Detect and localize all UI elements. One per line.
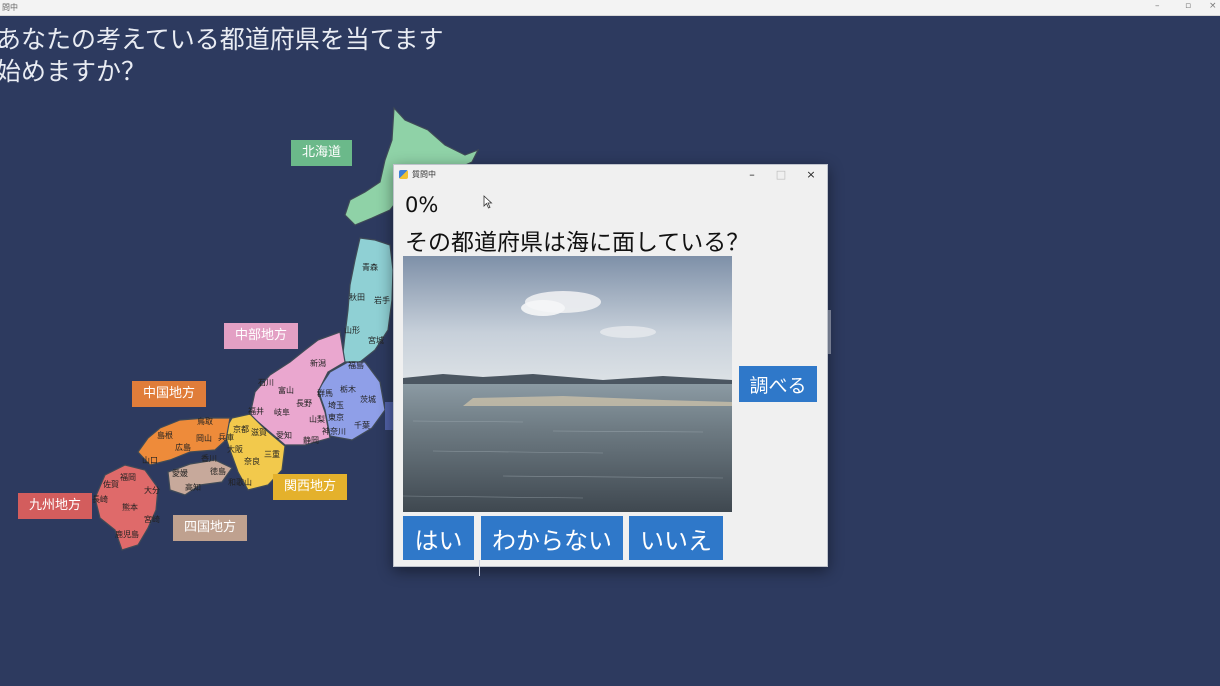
region-label-kyushu: 九州地方 — [18, 493, 93, 519]
pref-label: 大阪 — [227, 444, 243, 454]
pref-label: 山形 — [344, 325, 360, 335]
main-window-title: 問中 — [2, 3, 18, 12]
pref-label: 長崎 — [92, 494, 108, 504]
pref-label: 長野 — [296, 399, 312, 408]
pref-label: 佐賀 — [103, 479, 119, 489]
pref-label: 福岡 — [120, 473, 136, 482]
question-text: その都道府県は海に面している？ — [405, 230, 750, 256]
region-label-chugoku: 中国地方 — [132, 381, 207, 407]
text-caret — [479, 560, 480, 576]
region-label-hokkaido: 北海道 — [291, 140, 353, 166]
pref-label: 山口 — [142, 455, 158, 465]
pref-label: 広島 — [175, 442, 191, 452]
pref-label: 香川 — [201, 453, 217, 463]
main-window-titlebar: 問中 – ▫ × — [0, 0, 1220, 16]
pref-label: 兵庫 — [218, 432, 234, 442]
pref-label: 鹿児島 — [115, 529, 139, 539]
no-button[interactable]: いいえ — [629, 516, 723, 560]
dialog-minimize-icon[interactable]: – — [738, 167, 766, 183]
dialog-title: 質問中 — [412, 170, 436, 179]
pref-label: 宮崎 — [144, 514, 160, 524]
yes-button[interactable]: はい — [403, 516, 474, 560]
region-label-kansai: 関西地方 — [273, 474, 348, 500]
pref-label: 埼玉 — [328, 400, 344, 410]
pref-label: 山梨 — [309, 414, 325, 424]
pref-label: 奈良 — [244, 456, 260, 466]
pref-label: 神奈川 — [322, 426, 346, 436]
pref-label: 福井 — [248, 406, 264, 416]
region-label-shikoku: 四国地方 — [173, 515, 248, 541]
progress-percent: 0% — [405, 193, 439, 217]
mouse-cursor-icon — [483, 195, 493, 209]
close-icon[interactable]: × — [1209, 1, 1217, 11]
pref-label: 東京 — [328, 412, 344, 422]
pref-label: 徳島 — [210, 466, 226, 476]
pref-label: 岡山 — [196, 433, 212, 443]
pref-label: 石川 — [258, 378, 274, 387]
pref-label: 茨城 — [360, 394, 376, 404]
dialog-maximize-icon: □ — [775, 168, 787, 181]
pref-label: 群馬 — [317, 388, 333, 398]
pref-label: 滋賀 — [251, 427, 267, 437]
search-button[interactable]: 調べる — [739, 366, 817, 402]
pref-label: 秋田 — [349, 292, 365, 302]
pref-label: 島根 — [157, 430, 173, 440]
pref-label: 青森 — [362, 262, 378, 272]
pref-label: 愛媛 — [172, 468, 188, 478]
start-prompt: 始めますか？ — [0, 57, 147, 86]
unknown-button[interactable]: わからない — [481, 516, 623, 560]
pref-label: 岐阜 — [274, 407, 290, 417]
pref-label: 熊本 — [122, 502, 138, 512]
pref-label: 和歌山 — [228, 477, 252, 487]
pref-label: 千葉 — [354, 420, 370, 430]
dialog-close-icon[interactable]: × — [797, 167, 825, 183]
dialog-titlebar[interactable]: 質問中 – □ × — [394, 165, 827, 185]
pref-label: 岩手 — [374, 295, 390, 305]
pref-label: 高知 — [185, 482, 201, 492]
pref-label: 三重 — [264, 449, 280, 459]
question-photo — [403, 256, 732, 512]
pref-label: 福島 — [348, 360, 364, 370]
question-dialog: 質問中 – □ × 0% その都道府県は海に面している？ 調べる はい わからな… — [393, 164, 828, 567]
maximize-icon[interactable]: ▫ — [1185, 1, 1191, 11]
pref-label: 富山 — [278, 385, 294, 395]
minimize-icon[interactable]: – — [1155, 1, 1160, 11]
intro-heading: あなたの考えている都道府県を当てます — [0, 25, 444, 54]
pref-label: 新潟 — [310, 358, 326, 368]
pref-label: 静岡 — [303, 435, 319, 445]
pref-label: 愛知 — [276, 430, 292, 440]
app-icon — [399, 170, 408, 179]
region-label-chubu: 中部地方 — [224, 323, 299, 349]
pref-label: 鳥取 — [197, 416, 213, 426]
pref-label: 大分 — [144, 485, 160, 495]
pref-label: 京都 — [233, 424, 249, 434]
pref-label: 栃木 — [340, 384, 356, 394]
pref-label: 宮城 — [368, 335, 384, 345]
